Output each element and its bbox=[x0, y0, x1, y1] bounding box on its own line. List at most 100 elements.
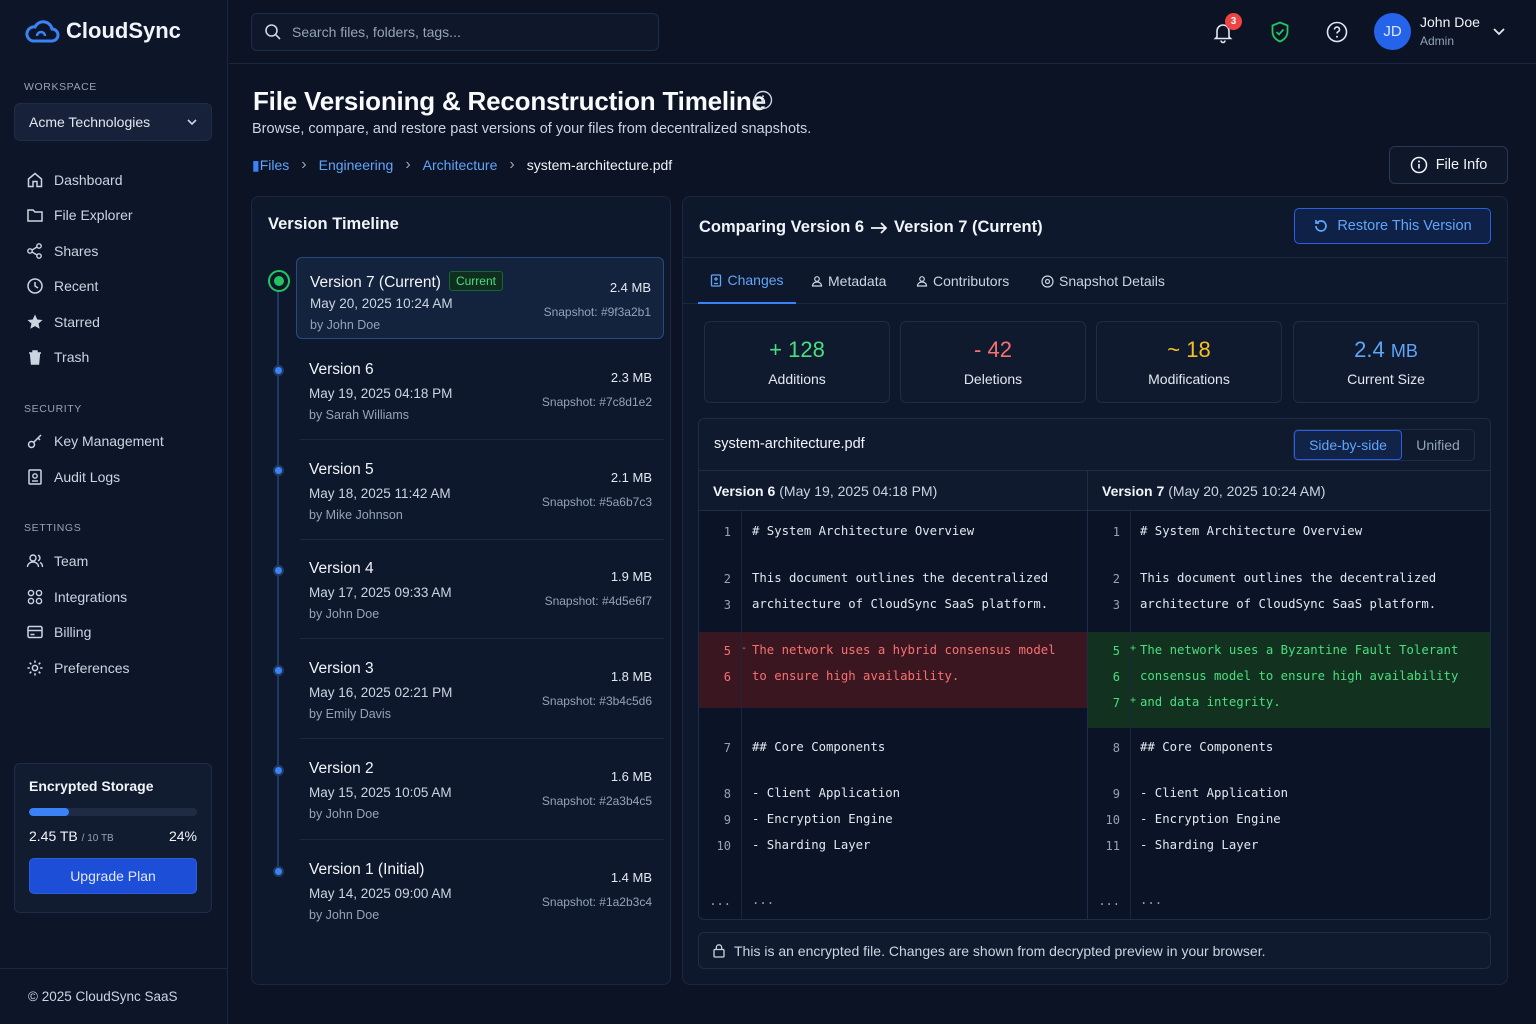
lock-icon bbox=[712, 943, 726, 958]
breadcrumb-engineering[interactable]: Engineering bbox=[319, 157, 394, 173]
version-item-4[interactable]: Version 4 May 17, 2025 09:33 AM by John … bbox=[296, 547, 664, 629]
tab-contributors[interactable]: Contributors bbox=[916, 258, 1009, 304]
divider bbox=[300, 738, 664, 739]
version-author: by Mike Johnson bbox=[309, 508, 403, 522]
breadcrumb-separator: › bbox=[301, 156, 307, 173]
timeline-dot bbox=[273, 465, 284, 476]
code-line: and data integrity. bbox=[1140, 695, 1281, 709]
code-line: ## Core Components bbox=[1140, 740, 1274, 754]
storage-progress-fill bbox=[29, 808, 70, 816]
clock-icon bbox=[26, 277, 44, 295]
version-item-6[interactable]: Version 6 May 19, 2025 04:18 PM by Sarah… bbox=[296, 348, 664, 430]
restore-version-button[interactable]: Restore This Version bbox=[1294, 208, 1491, 244]
version-size: 1.6 MB bbox=[610, 769, 652, 784]
sidebar-item-file-explorer[interactable]: File Explorer bbox=[14, 199, 212, 231]
sidebar-item-audit-logs[interactable]: Audit Logs bbox=[14, 461, 212, 493]
timeline-dot bbox=[273, 365, 284, 376]
upgrade-plan-button[interactable]: Upgrade Plan bbox=[29, 858, 197, 894]
user-menu-chevron-icon[interactable] bbox=[1490, 22, 1508, 40]
breadcrumb-separator: › bbox=[405, 156, 411, 173]
user-name[interactable]: John Doe bbox=[1420, 14, 1480, 30]
breadcrumb: ▮Files › Engineering › Architecture › sy… bbox=[252, 156, 672, 174]
sidebar-item-label: Audit Logs bbox=[54, 469, 121, 485]
stat-deletions: - 42 Deletions bbox=[900, 321, 1086, 403]
line-number: 2 bbox=[1112, 572, 1120, 586]
code-line: The network uses a hybrid consensus mode… bbox=[752, 643, 1056, 657]
tab-changes[interactable]: Changes bbox=[698, 258, 796, 304]
version-date: May 18, 2025 11:42 AM bbox=[309, 486, 451, 501]
breadcrumb-architecture[interactable]: Architecture bbox=[423, 157, 498, 173]
stat-label: Deletions bbox=[963, 371, 1023, 387]
sidebar-item-label: Recent bbox=[54, 278, 99, 294]
copyright: © 2025 CloudSync SaaS bbox=[0, 968, 228, 1004]
sidebar-item-label: Shares bbox=[54, 243, 99, 259]
side-by-side-toggle[interactable]: Side-by-side bbox=[1294, 430, 1402, 460]
tab-metadata[interactable]: Metadata bbox=[811, 258, 886, 304]
code-line: - Sharding Layer bbox=[1140, 838, 1259, 852]
snapshot-icon bbox=[1041, 274, 1054, 288]
line-number: 5 bbox=[723, 644, 731, 658]
storage-card: Encrypted Storage 2.45 TB / 10 TB 24% Up… bbox=[14, 763, 212, 913]
contributors-icon bbox=[916, 275, 928, 287]
line-number: 5 bbox=[1112, 644, 1120, 658]
code-line: consensus model to ensure high availabil… bbox=[1140, 669, 1459, 683]
storage-title: Encrypted Storage bbox=[29, 778, 154, 794]
unified-toggle[interactable]: Unified bbox=[1402, 430, 1474, 460]
sidebar-item-billing[interactable]: Billing bbox=[14, 616, 212, 648]
sidebar-item-integrations[interactable]: Integrations bbox=[14, 581, 212, 613]
avatar[interactable]: JD bbox=[1374, 13, 1411, 50]
search-input[interactable]: Search files, folders, tags... bbox=[251, 13, 659, 51]
code-line: This document outlines the decentralized bbox=[752, 571, 1049, 585]
help-icon[interactable] bbox=[1325, 20, 1349, 44]
sidebar-item-dashboard[interactable]: Dashboard bbox=[14, 164, 212, 196]
settings-label: SETTINGS bbox=[24, 522, 82, 534]
info-icon[interactable] bbox=[753, 90, 773, 110]
line-number: 9 bbox=[1112, 787, 1120, 801]
gutter-line bbox=[741, 511, 742, 919]
version-snapshot: Snapshot: #2a3b4c5 bbox=[541, 794, 652, 808]
version-size: 1.9 MB bbox=[610, 569, 652, 584]
version-date: May 20, 2025 10:24 AM bbox=[310, 296, 453, 311]
diff-marker: - bbox=[741, 643, 748, 654]
line-number: 8 bbox=[1112, 741, 1120, 755]
sidebar-item-starred[interactable]: Starred bbox=[14, 306, 212, 338]
line-number: 7 bbox=[723, 741, 731, 755]
sidebar-item-shares[interactable]: Shares bbox=[14, 235, 212, 267]
shield-check-icon[interactable] bbox=[1268, 20, 1292, 44]
sidebar-item-recent[interactable]: Recent bbox=[14, 270, 212, 302]
encryption-notice: This is an encrypted file. Changes are s… bbox=[698, 932, 1491, 969]
file-info-button[interactable]: File Info bbox=[1389, 146, 1508, 184]
workspace-select[interactable]: Acme Technologies bbox=[14, 103, 212, 141]
version-name: Version 3 bbox=[309, 660, 374, 677]
line-number: 3 bbox=[1112, 598, 1120, 612]
diff-marker: + bbox=[1130, 643, 1137, 654]
sidebar-item-key-management[interactable]: Key Management bbox=[14, 425, 212, 457]
version-date: May 15, 2025 10:05 AM bbox=[309, 785, 452, 800]
star-icon bbox=[26, 313, 44, 331]
version-item-3[interactable]: Version 3 May 16, 2025 02:21 PM by Emily… bbox=[296, 647, 664, 729]
diff-viewer: system-architecture.pdf Side-by-side Uni… bbox=[698, 418, 1491, 920]
diff-left-header: Version 6 (May 19, 2025 04:18 PM) bbox=[699, 471, 1087, 511]
version-name: Version 5 bbox=[309, 461, 374, 478]
line-number: 6 bbox=[1112, 670, 1120, 684]
notice-text: This is an encrypted file. Changes are s… bbox=[734, 942, 1266, 959]
app-logo[interactable]: CloudSync bbox=[24, 18, 181, 44]
breadcrumb-files[interactable]: ▮Files bbox=[252, 157, 289, 174]
user-role: Admin bbox=[1420, 34, 1455, 48]
version-item-5[interactable]: Version 5 May 18, 2025 11:42 AM by Mike … bbox=[296, 448, 664, 530]
version-author: by John Doe bbox=[309, 908, 380, 922]
version-snapshot: Snapshot: #7c8d1e2 bbox=[541, 395, 652, 409]
card-icon bbox=[26, 623, 44, 641]
code-line: ... bbox=[1140, 893, 1163, 907]
version-item-2[interactable]: Version 2 May 15, 2025 10:05 AM by John … bbox=[296, 747, 664, 829]
sidebar-item-preferences[interactable]: Preferences bbox=[14, 652, 212, 684]
version-name: Version 2 bbox=[309, 760, 374, 777]
version-item-1[interactable]: Version 1 (Initial) May 14, 2025 09:00 A… bbox=[296, 848, 664, 930]
tab-snapshot-details[interactable]: Snapshot Details bbox=[1041, 258, 1165, 304]
version-item-7[interactable]: Version 7 (Current) Current May 20, 2025 … bbox=[296, 257, 664, 339]
sidebar-item-trash[interactable]: Trash bbox=[14, 341, 212, 373]
timeline-dot bbox=[273, 665, 284, 676]
breadcrumb-separator: › bbox=[509, 156, 515, 173]
sidebar-item-team[interactable]: Team bbox=[14, 545, 212, 577]
breadcrumb-current-file: system-architecture.pdf bbox=[526, 157, 673, 173]
